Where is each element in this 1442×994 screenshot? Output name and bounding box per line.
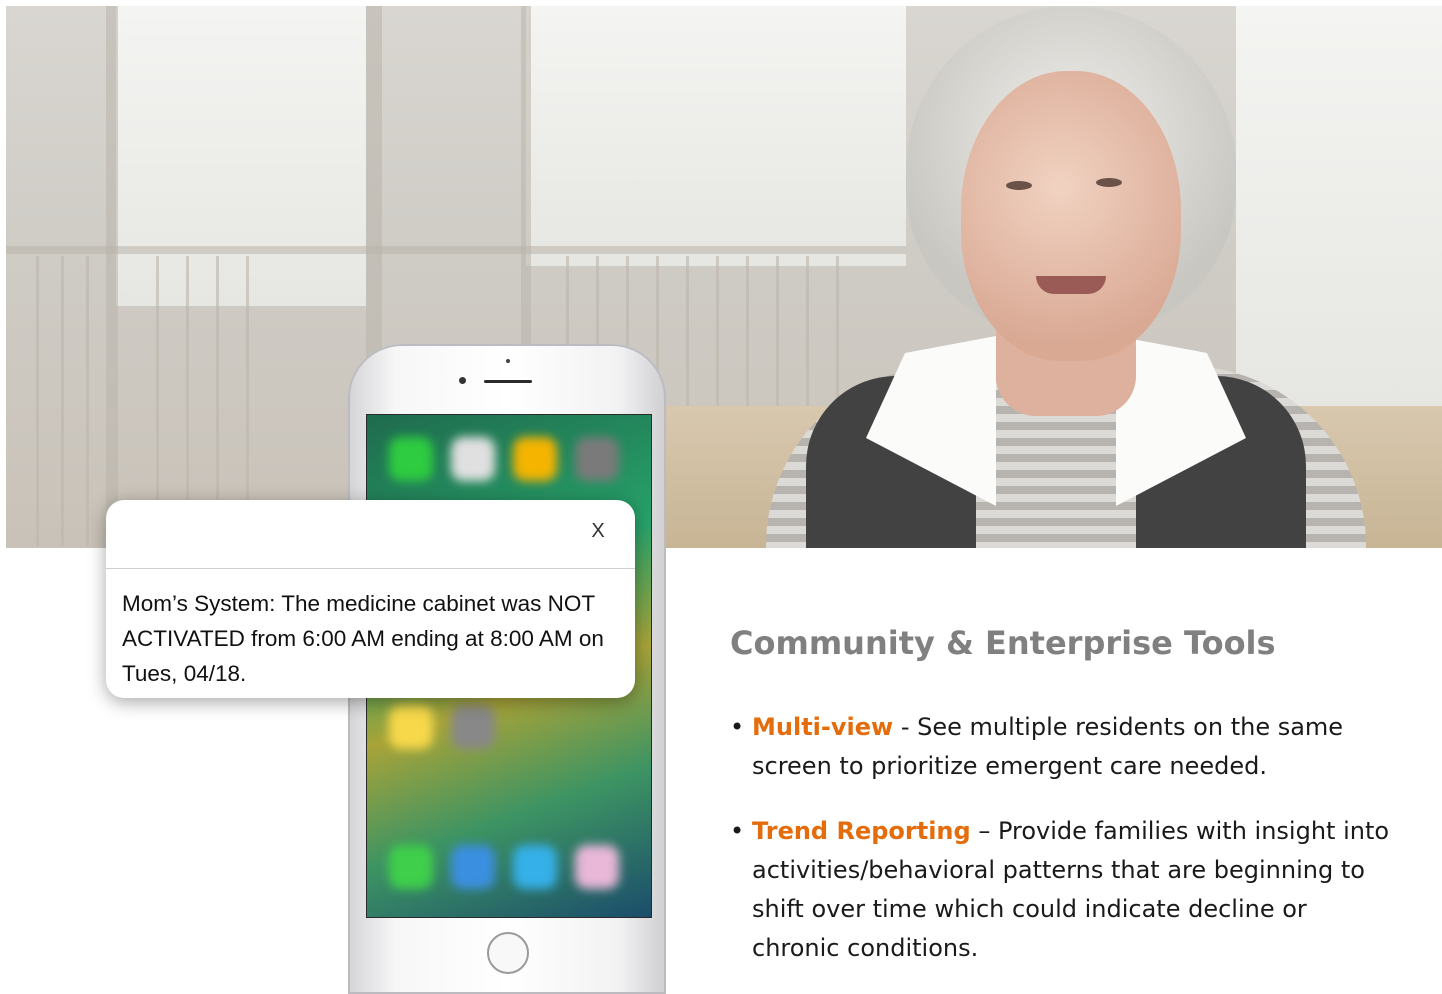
bullet-icon: • <box>730 817 745 845</box>
feature-separator: - <box>893 713 918 741</box>
feature-text: chronic conditions. <box>752 934 979 962</box>
hero-photo <box>6 6 1442 548</box>
feature-term: Multi-view <box>752 713 894 741</box>
feature-line: Trend Reporting – Provide families with … <box>752 812 1389 851</box>
feature-text: Provide families with insight into <box>997 817 1390 845</box>
feature-text: shift over time which could indicate dec… <box>752 895 1307 923</box>
bullet-icon: • <box>730 713 745 741</box>
feature-line: Multi-view - See multiple residents on t… <box>752 708 1343 747</box>
notification-card[interactable]: X Mom’s System: The medicine cabinet was… <box>106 500 635 698</box>
notification-header <box>106 500 635 569</box>
front-camera-icon <box>459 377 466 384</box>
notification-message: Mom’s System: The medicine cabinet was N… <box>122 591 604 686</box>
feature-separator: – <box>970 817 998 845</box>
feature-text: screen to prioritize emergent care neede… <box>752 752 1268 780</box>
feature-text: See multiple residents on the same <box>917 713 1344 741</box>
phone-sensor <box>506 359 510 363</box>
feature-term: Trend Reporting <box>752 817 971 845</box>
home-button[interactable] <box>487 932 529 974</box>
section-title: Community & Enterprise Tools <box>730 624 1276 662</box>
close-icon[interactable]: X <box>585 518 611 544</box>
feature-text: activities/behavioral patterns that are … <box>752 856 1365 884</box>
phone-speaker <box>484 380 532 383</box>
